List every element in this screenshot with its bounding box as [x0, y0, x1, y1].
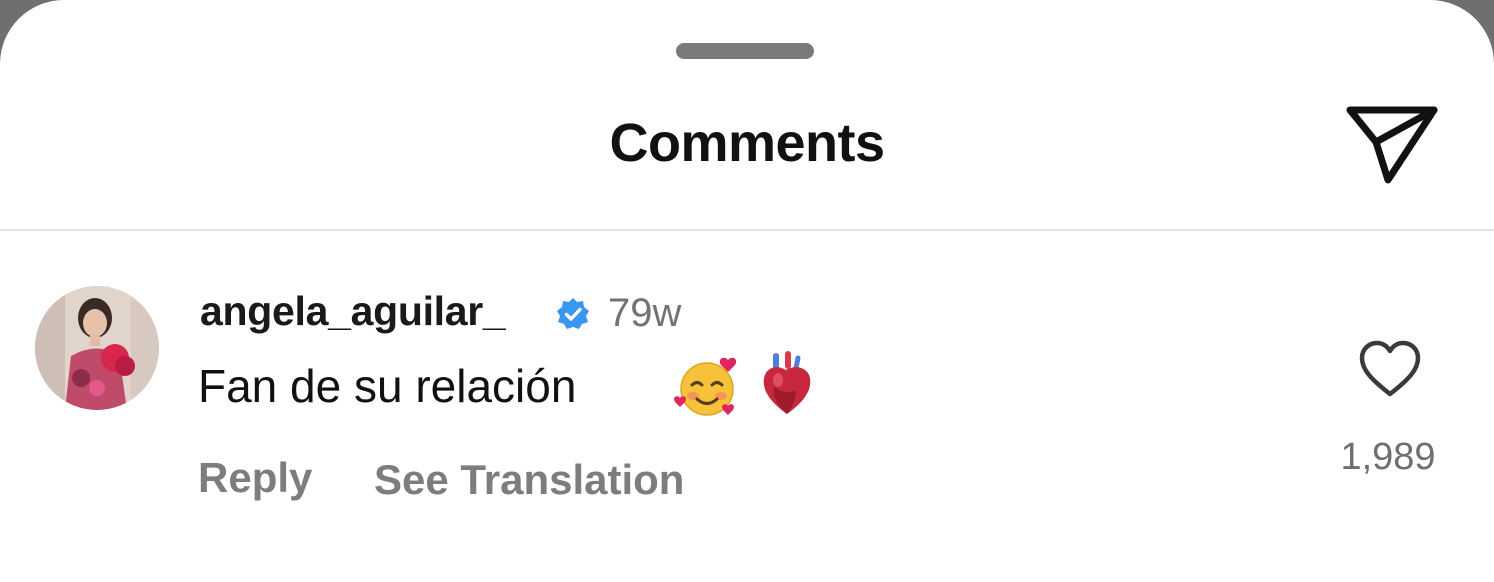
comment-username[interactable]: angela_aguilar_	[200, 288, 506, 335]
avatar[interactable]	[35, 286, 159, 410]
comments-sheet: Comments angela_aguilar_ 79w Fan de su r…	[0, 0, 1494, 582]
page-title: Comments	[609, 113, 885, 173]
share-button[interactable]	[1344, 100, 1440, 190]
comment-text: Fan de su relación	[198, 360, 577, 412]
sheet-grabber[interactable]	[676, 43, 814, 59]
heart-outline-icon	[1359, 340, 1421, 397]
verified-badge-icon	[557, 298, 589, 329]
see-translation-button[interactable]: See Translation	[374, 456, 684, 504]
like-count: 1,989	[1340, 436, 1436, 478]
comment-timestamp: 79w	[608, 291, 682, 335]
smiling-face-with-hearts-icon	[674, 357, 737, 416]
header-divider	[0, 229, 1494, 231]
avatar-photo	[35, 286, 159, 410]
paper-plane-icon	[1346, 106, 1438, 184]
reply-button[interactable]: Reply	[198, 454, 312, 502]
like-button[interactable]	[1358, 340, 1422, 398]
anatomical-heart-icon	[763, 351, 811, 414]
